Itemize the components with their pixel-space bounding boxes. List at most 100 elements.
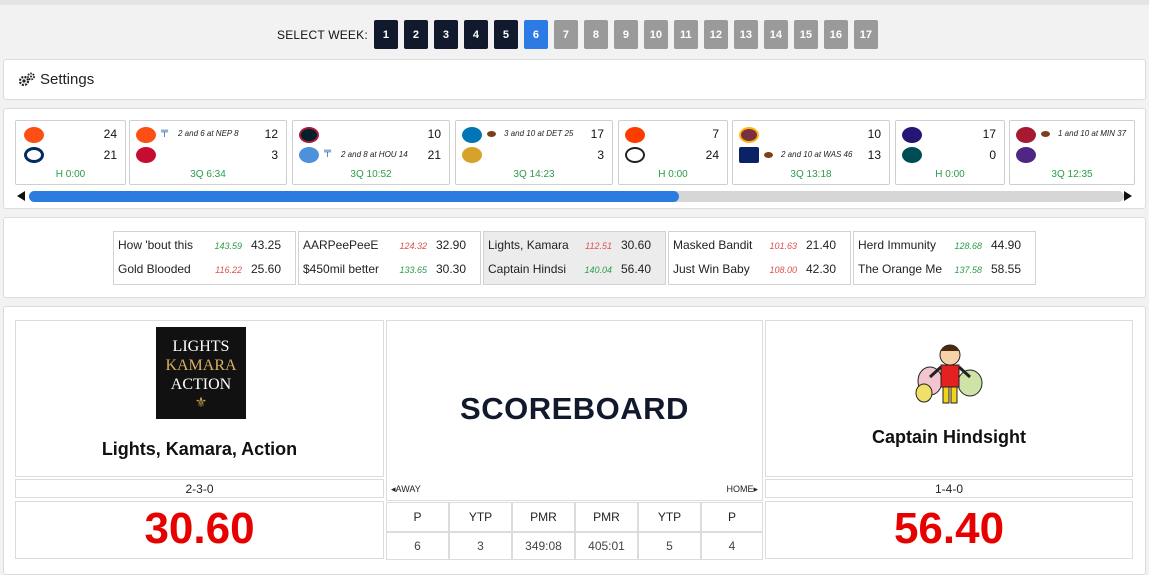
game-clock: H 0:00 — [658, 169, 688, 180]
falcons-logo-icon — [1016, 127, 1036, 143]
team-name: Just Win Baby — [673, 262, 750, 276]
home-label: HOME — [726, 484, 754, 494]
week-button-16[interactable]: 16 — [823, 20, 848, 49]
team-score: 43.25 — [250, 238, 281, 252]
projected-points: 137.58 — [954, 265, 982, 275]
week-button-11[interactable]: 11 — [673, 20, 698, 49]
team-name: $450mil better — [303, 262, 380, 276]
team-name: Lights, Kamara — [488, 238, 569, 252]
game-card[interactable]: ╤ 2 and 8 at HOU 14 10 21 3Q 10:52 — [292, 120, 450, 185]
settings-label: Settings — [40, 71, 95, 88]
scroll-right-arrow-icon[interactable] — [1124, 191, 1132, 201]
matchup-card[interactable]: Herd Immunity 128.68 44.90 The Orange Me… — [853, 231, 1036, 285]
logo-line: ACTION — [170, 376, 232, 393]
down-distance: 2 and 10 at WAS 46 — [781, 150, 853, 159]
projected-points: 112.51 — [585, 241, 612, 251]
week-selector-label: SELECT WEEK: — [277, 27, 368, 42]
game-card[interactable]: ╤ 2 and 6 at NEP 8 12 3 3Q 6:34 — [129, 120, 287, 185]
washington-logo-icon — [739, 127, 759, 143]
matchup-card[interactable]: How 'bout this 143.59 43.25 Gold Blooded… — [113, 231, 296, 285]
week-button-14[interactable]: 14 — [763, 20, 788, 49]
team-score: 56.40 — [620, 262, 651, 276]
game-card[interactable]: 2 and 10 at WAS 46 10 13 3Q 13:18 — [732, 120, 890, 185]
team-name: How 'bout this — [118, 238, 193, 252]
browns-logo-icon — [625, 127, 645, 143]
game-card[interactable]: 3 and 10 at DET 25 17 3 3Q 14:23 — [455, 120, 613, 185]
games-scrollbar-track[interactable] — [29, 191, 1124, 202]
game-card[interactable]: 24 21 H 0:00 — [15, 120, 126, 185]
away-indicator: ◂AWAY — [391, 484, 421, 495]
game-clock: H 0:00 — [55, 169, 86, 180]
away-score: 17 — [982, 127, 996, 141]
team-score: 42.30 — [805, 262, 836, 276]
week-button-13[interactable]: 13 — [733, 20, 758, 49]
giants-logo-icon — [739, 147, 759, 163]
matchup-card-selected[interactable]: Lights, Kamara 112.51 30.60 Captain Hind… — [483, 231, 666, 285]
week-button-17[interactable]: 17 — [853, 20, 878, 49]
goalpost-icon: ╤ — [161, 126, 169, 137]
broncos-logo-icon — [136, 127, 156, 143]
team-name: AARPeePeeE — [303, 238, 379, 252]
down-distance: 2 and 6 at NEP 8 — [178, 129, 239, 138]
week-button-9[interactable]: 9 — [613, 20, 638, 49]
projected-points: 140.04 — [584, 265, 612, 275]
away-score: 24 — [103, 127, 117, 141]
week-button-3[interactable]: 3 — [433, 20, 458, 49]
stat-header: YTP — [638, 502, 701, 532]
matchup-card[interactable]: Masked Bandit 101.63 21.40 Just Win Baby… — [668, 231, 851, 285]
week-button-1[interactable]: 1 — [373, 20, 398, 49]
team-score: 21.40 — [805, 238, 836, 252]
team-name: Captain Hindsi — [488, 262, 567, 276]
week-button-4[interactable]: 4 — [463, 20, 488, 49]
game-clock: H 0:00 — [935, 169, 965, 180]
home-score: 3 — [597, 148, 604, 162]
settings-toggle[interactable]: Settings — [3, 59, 1146, 100]
stat-header: YTP — [449, 502, 512, 532]
titans-logo-icon — [299, 147, 319, 163]
nfl-games-strip: 24 21 H 0:00 ╤ 2 and 6 at NEP 8 12 3 3Q … — [3, 108, 1146, 209]
team-name: The Orange Me — [858, 262, 942, 276]
home-indicator: HOME▸ — [726, 484, 758, 495]
week-button-6-selected[interactable]: 6 — [523, 20, 548, 49]
team-name: Herd Immunity — [858, 238, 937, 252]
lions-logo-icon — [462, 127, 482, 143]
ravens-logo-icon — [902, 127, 922, 143]
game-card[interactable]: 17 0 H 0:00 — [895, 120, 1005, 185]
football-possession-icon — [764, 152, 773, 158]
week-button-8[interactable]: 8 — [583, 20, 608, 49]
week-button-7[interactable]: 7 — [553, 20, 578, 49]
team-name: Masked Bandit — [673, 238, 753, 252]
vikings-logo-icon — [1016, 147, 1036, 163]
home-team-score: 56.40 — [765, 501, 1133, 559]
week-selector: SELECT WEEK: 1 2 3 4 5 6 7 8 9 10 11 12 … — [277, 20, 884, 49]
stat-value: 349:08 — [512, 532, 575, 560]
projected-points: 101.63 — [769, 241, 797, 251]
game-card[interactable]: 7 24 H 0:00 — [618, 120, 728, 185]
home-score: 24 — [705, 148, 719, 162]
team-score: 30.60 — [620, 238, 651, 252]
projected-points: 108.00 — [769, 265, 797, 275]
away-score: 17 — [590, 127, 604, 141]
home-score: 3 — [271, 148, 278, 162]
week-button-2[interactable]: 2 — [403, 20, 428, 49]
colts-logo-icon — [24, 147, 44, 163]
game-clock: 3Q 13:18 — [790, 169, 832, 180]
week-button-15[interactable]: 15 — [793, 20, 818, 49]
away-score: 7 — [712, 127, 719, 141]
week-button-10[interactable]: 10 — [643, 20, 668, 49]
scroll-left-arrow-icon[interactable] — [17, 191, 25, 201]
jaguars-logo-icon — [462, 147, 482, 163]
team-score: 32.90 — [435, 238, 466, 252]
games-scrollbar-thumb[interactable] — [29, 191, 679, 202]
week-button-12[interactable]: 12 — [703, 20, 728, 49]
logo-line: LIGHTS — [172, 338, 230, 355]
matchup-card[interactable]: AARPeePeeE 124.32 32.90 $450mil better 1… — [298, 231, 481, 285]
down-distance: 1 and 10 at MIN 37 — [1058, 129, 1127, 138]
stat-value: 6 — [386, 532, 449, 560]
home-score: 21 — [103, 148, 117, 162]
game-card[interactable]: 1 and 10 at MIN 37 3Q 12:35 — [1009, 120, 1135, 185]
week-button-5[interactable]: 5 — [493, 20, 518, 49]
steelers-logo-icon — [625, 147, 645, 163]
stat-header: PMR — [512, 502, 575, 532]
team-score: 25.60 — [250, 262, 281, 276]
